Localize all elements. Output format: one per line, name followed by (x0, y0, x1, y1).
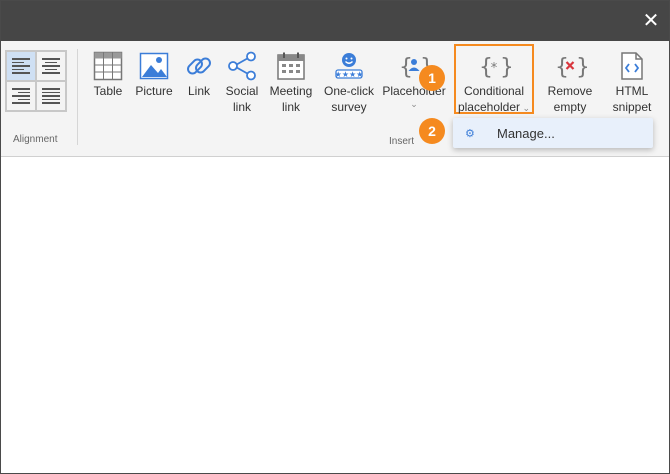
group-separator (77, 49, 78, 145)
align-right-button[interactable] (6, 81, 36, 111)
picture-icon (139, 49, 169, 83)
title-bar: ✕ (1, 1, 669, 41)
link-label: Link (187, 84, 210, 98)
conditional-placeholder-icon: {}* (477, 49, 511, 83)
meeting-link-label-line2: link (281, 100, 300, 114)
html-snippet-button[interactable]: HTML snippet (609, 49, 655, 115)
remove-placeholder-icon: {} (553, 49, 587, 83)
remove-empty-label-line1: Remove (547, 84, 593, 98)
svg-text:}: } (500, 55, 511, 80)
align-justify-icon (42, 88, 60, 104)
table-label: Table (93, 84, 123, 98)
align-left-button[interactable] (6, 51, 36, 81)
meeting-link-button[interactable]: Meeting link (267, 49, 315, 115)
table-icon (93, 49, 123, 83)
conditional-placeholder-dropdown[interactable]: ⚙ Manage... (453, 118, 653, 148)
survey-icon: ★★★★ (334, 49, 364, 83)
html-snippet-label-line1: HTML (615, 84, 649, 98)
one-click-survey-label-line1: One-click (323, 84, 374, 98)
conditional-placeholder-label-text: placeholder (457, 100, 520, 114)
chevron-down-icon: ⌄ (410, 99, 418, 109)
alignment-group-label: Alignment (13, 134, 58, 145)
picture-button[interactable]: Picture (133, 49, 175, 99)
svg-text:}: } (576, 55, 587, 80)
svg-text:*: * (491, 61, 498, 76)
align-left-icon (12, 58, 30, 74)
align-justify-button[interactable] (36, 81, 66, 111)
social-link-button[interactable]: Social link (223, 49, 261, 115)
close-icon[interactable]: ✕ (641, 11, 661, 31)
svg-text:{: { (399, 55, 413, 80)
svg-text:★★★★: ★★★★ (335, 70, 364, 79)
editor-area[interactable] (1, 157, 669, 473)
social-link-label-line1: Social (225, 84, 259, 98)
conditional-placeholder-label-line1: Conditional (463, 84, 525, 98)
meeting-link-label-line1: Meeting (269, 84, 313, 98)
social-link-label-line2: link (232, 100, 251, 114)
dialog-window: ✕ Alignment Table Picture Link Social li… (0, 0, 670, 474)
insert-group-label: Insert (389, 136, 415, 147)
html-snippet-icon (617, 49, 647, 83)
conditional-placeholder-label-line2: placeholder ⌄ (458, 99, 530, 115)
callout-step-1: 1 (419, 65, 445, 91)
conditional-placeholder-button[interactable]: {}* Conditional placeholder ⌄ (456, 49, 532, 115)
link-button[interactable]: Link (184, 49, 214, 99)
html-snippet-label-line2: snippet (612, 100, 652, 114)
alignment-grid (5, 50, 67, 112)
align-right-icon (12, 88, 30, 104)
callout-step-2: 2 (419, 118, 445, 144)
manage-menu-item[interactable]: Manage... (497, 126, 555, 141)
social-link-icon (227, 49, 257, 83)
calendar-icon (276, 49, 306, 83)
one-click-survey-label-line2: survey (331, 100, 367, 114)
chevron-down-icon: ⌄ (520, 103, 531, 113)
picture-label: Picture (135, 84, 173, 98)
align-center-button[interactable] (36, 51, 66, 81)
link-icon (184, 49, 214, 83)
one-click-survey-button[interactable]: ★★★★ One-click survey (321, 49, 377, 115)
table-button[interactable]: Table (91, 49, 125, 99)
align-center-icon (42, 58, 60, 74)
gear-icon: ⚙ (465, 127, 475, 140)
remove-empty-label-line2: empty (553, 100, 587, 114)
